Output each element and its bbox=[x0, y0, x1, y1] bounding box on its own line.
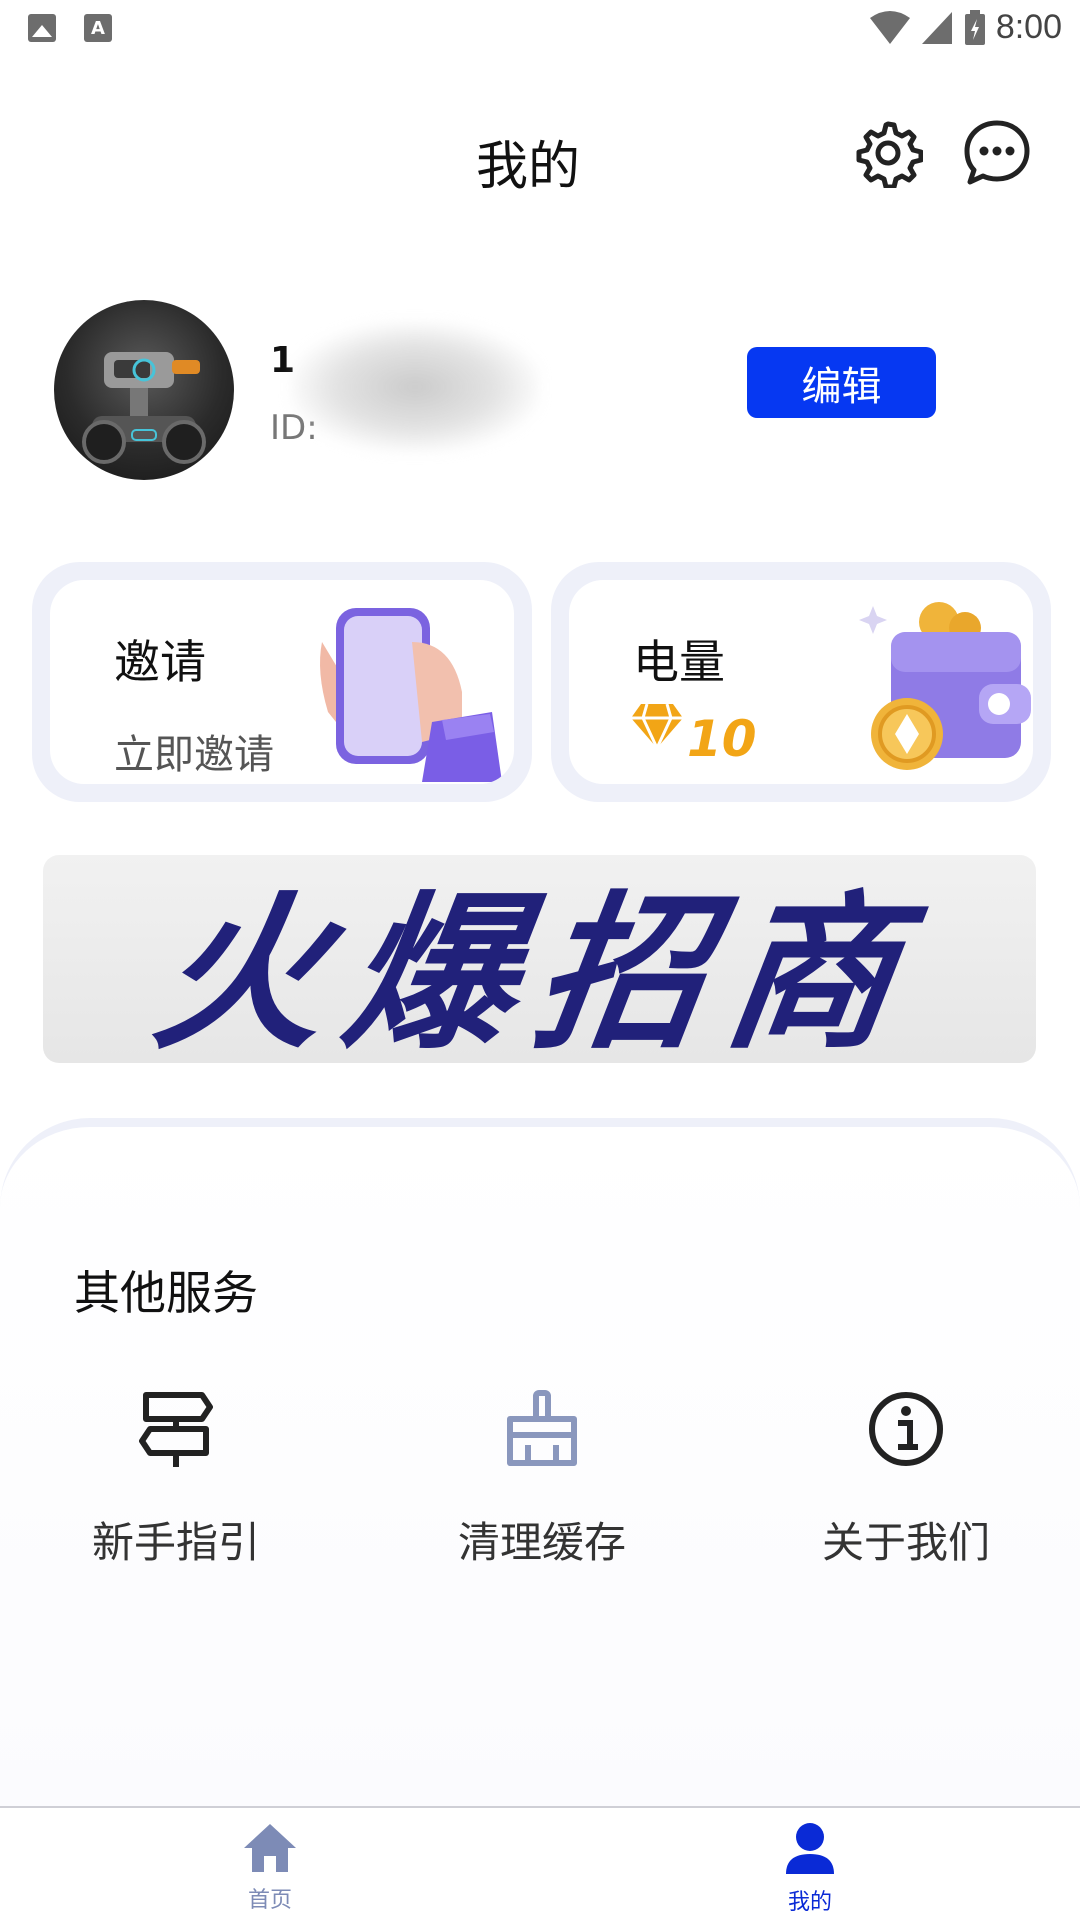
service-guide[interactable]: 新手指引 bbox=[36, 1389, 316, 1570]
power-card[interactable]: 电量 10 bbox=[551, 562, 1051, 802]
invite-card-body: 邀请 立即邀请 bbox=[50, 580, 514, 784]
power-title: 电量 bbox=[633, 635, 725, 689]
info-icon bbox=[869, 1392, 943, 1466]
home-icon bbox=[244, 1824, 296, 1872]
bottom-nav: 首页 我的 bbox=[0, 1806, 1080, 1920]
service-clear-cache[interactable]: 清理缓存 bbox=[402, 1389, 682, 1570]
settings-icon[interactable] bbox=[853, 118, 923, 188]
diamond-icon bbox=[631, 703, 683, 749]
invite-subtitle: 立即邀请 bbox=[114, 732, 274, 778]
banner-text: 火爆招商 bbox=[143, 873, 932, 1064]
avatar[interactable] bbox=[54, 300, 234, 480]
other-services-panel: 其他服务 新手指引 清理缓存 关于我们 bbox=[0, 1118, 1080, 1808]
phone-hand-illustration bbox=[320, 608, 502, 782]
broom-icon bbox=[507, 1390, 577, 1466]
service-clear-cache-label: 清理缓存 bbox=[457, 1518, 626, 1567]
image-icon bbox=[28, 14, 56, 42]
redacted-user-info bbox=[290, 322, 540, 452]
status-bar: A 8:00 bbox=[0, 0, 1080, 60]
invite-card[interactable]: 邀请 立即邀请 bbox=[32, 562, 532, 802]
status-left-icons: A bbox=[28, 14, 112, 42]
service-about-us-label: 关于我们 bbox=[821, 1518, 990, 1567]
invite-title: 邀请 bbox=[114, 635, 206, 689]
font-a-icon: A bbox=[84, 14, 112, 42]
service-guide-label: 新手指引 bbox=[91, 1518, 260, 1567]
services-title: 其他服务 bbox=[74, 1266, 258, 1320]
cellular-icon bbox=[921, 11, 952, 44]
service-about-us[interactable]: 关于我们 bbox=[766, 1389, 1046, 1570]
nav-home[interactable]: 首页 bbox=[190, 1822, 350, 1914]
signpost-icon bbox=[139, 1392, 213, 1467]
battery-icon bbox=[964, 9, 985, 45]
edit-profile-button[interactable]: 编辑 bbox=[747, 347, 936, 418]
power-value: 10 bbox=[687, 710, 757, 768]
wallet-coin-illustration bbox=[859, 602, 1031, 770]
robot-avatar-image bbox=[82, 352, 206, 464]
user-icon bbox=[786, 1823, 834, 1874]
status-time: 8:00 bbox=[995, 8, 1062, 46]
status-right-icons: 8:00 bbox=[869, 8, 1062, 47]
power-card-body: 电量 10 bbox=[569, 580, 1033, 784]
nav-mine[interactable]: 我的 bbox=[730, 1822, 890, 1916]
wifi-icon bbox=[869, 10, 910, 44]
promo-banner[interactable]: 火爆招商 bbox=[43, 855, 1036, 1063]
nav-mine-label: 我的 bbox=[787, 1890, 832, 1915]
message-icon[interactable] bbox=[962, 118, 1032, 188]
nav-home-label: 首页 bbox=[247, 1888, 292, 1913]
